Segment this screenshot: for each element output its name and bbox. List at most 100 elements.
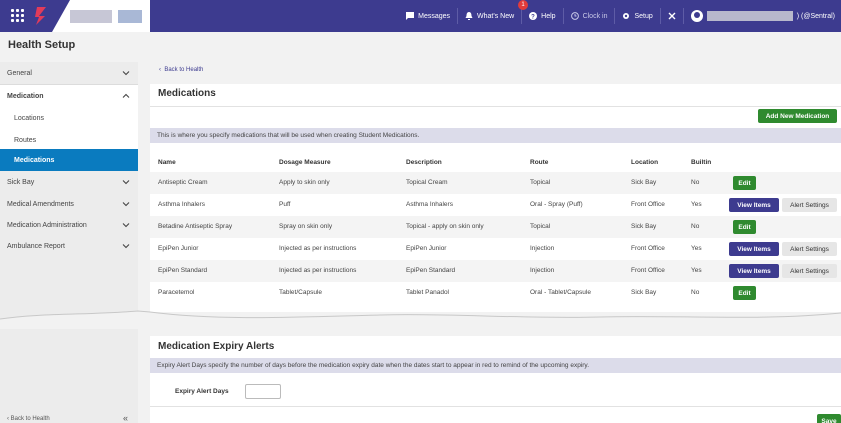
bell-icon (465, 12, 473, 20)
sidebar-item-label: Locations (14, 114, 44, 122)
alert-settings-button[interactable]: Alert Settings (782, 242, 837, 256)
cell-name: Antiseptic Cream (158, 179, 208, 186)
panel-title: Medications (158, 88, 216, 99)
cell-name: Asthma Inhalers (158, 201, 205, 208)
sidebar-item-label: Ambulance Report (7, 242, 65, 250)
cell-dosage: Injected as per instructions (279, 267, 357, 274)
cell-location: Sick Bay (631, 223, 657, 230)
expiry-panel-title: Medication Expiry Alerts (158, 341, 275, 352)
user-suffix: ) (@Sentral) (796, 12, 835, 20)
cell-description: EpiPen Standard (406, 267, 456, 274)
cell-name: Betadine Antiseptic Spray (158, 223, 233, 230)
cell-dosage: Apply to skin only (279, 179, 330, 186)
column-header-name: Name (158, 159, 176, 166)
cell-description: Asthma Inhalers (406, 201, 453, 208)
messages-label: Messages (418, 12, 451, 20)
collapse-sidebar-icon[interactable]: « (123, 413, 128, 423)
expiry-info-bar: Expiry Alert Days specify the number of … (150, 358, 841, 373)
school-logo-redacted (118, 10, 142, 23)
cell-location: Front Office (631, 267, 665, 274)
sidebar-back-link[interactable]: ‹ Back to Health (7, 416, 50, 422)
sidebar-item-medication[interactable]: Medication (0, 85, 138, 107)
sentral-logo-icon[interactable] (34, 5, 48, 27)
school-name-redacted (70, 10, 112, 23)
setup-link[interactable]: Setup (615, 8, 661, 24)
cell-route: Oral - Tablet/Capsule (530, 289, 591, 296)
medications-panel: Medications Add New Medication This is w… (150, 84, 841, 312)
tools-link[interactable] (661, 8, 684, 24)
cell-builtin: No (691, 223, 700, 230)
top-bar: Messages What's New 1 ? Help Clock in Se… (0, 0, 841, 32)
back-link-label: Back to Health (164, 67, 204, 73)
column-header-builtin: Builtin (691, 159, 712, 166)
column-header-route: Route (530, 159, 549, 166)
chevron-down-icon (122, 223, 130, 228)
cell-location: Sick Bay (631, 179, 657, 186)
top-nav: Messages What's New 1 ? Help Clock in Se… (399, 0, 841, 32)
divider (150, 406, 841, 407)
cell-dosage: Puff (279, 201, 291, 208)
save-button[interactable]: Save (817, 414, 841, 423)
whats-new-label: What's New (477, 12, 515, 20)
avatar (690, 10, 703, 22)
sidebar-item-general[interactable]: General (0, 62, 138, 84)
back-to-health-link[interactable]: ‹ Back to Health (159, 67, 203, 73)
sidebar-item-label: Sick Bay (7, 178, 35, 186)
sidebar-item-label: Medication Administration (7, 221, 87, 229)
sidebar-item-ambulance-report[interactable]: Ambulance Report (0, 235, 138, 257)
chevron-down-icon (122, 202, 130, 207)
expiry-alert-days-input[interactable] (245, 384, 281, 399)
app-grid-icon[interactable] (11, 9, 24, 22)
view-items-button[interactable]: View Items (729, 242, 779, 256)
sidebar-item-medications[interactable]: Medications (0, 149, 138, 171)
torn-edge-divider (0, 310, 841, 329)
alert-settings-button[interactable]: Alert Settings (782, 198, 837, 212)
sidebar-item-medical-amendments[interactable]: Medical Amendments (0, 193, 138, 215)
cell-location: Front Office (631, 245, 665, 252)
cell-dosage: Spray on skin only (279, 223, 333, 230)
tools-icon (668, 12, 676, 20)
cell-route: Injection (530, 245, 555, 252)
whats-new-link[interactable]: What's New 1 (458, 0, 529, 24)
user-name-redacted (706, 11, 793, 21)
chevron-down-icon (122, 71, 130, 76)
table-row: Antiseptic Cream Apply to skin only Topi… (150, 172, 841, 194)
help-label: Help (541, 12, 556, 20)
message-icon (406, 12, 415, 20)
sidebar-item-routes[interactable]: Routes (0, 129, 138, 151)
cell-builtin: No (691, 289, 700, 296)
cell-route: Topical (530, 179, 551, 186)
cell-description: Tablet Panadol (406, 289, 450, 296)
messages-link[interactable]: Messages (399, 8, 459, 24)
page-header: Health Setup (0, 32, 841, 58)
add-new-medication-button[interactable]: Add New Medication (758, 109, 837, 123)
chevron-up-icon (122, 93, 130, 98)
alert-settings-button[interactable]: Alert Settings (782, 264, 837, 278)
clock-icon (570, 12, 579, 20)
clock-in-link[interactable]: Clock in (564, 8, 616, 24)
sidebar-back-label: Back to Health (10, 416, 50, 422)
view-items-button[interactable]: View Items (729, 198, 779, 212)
cell-route: Injection (530, 267, 555, 274)
chevron-down-icon (122, 244, 130, 249)
divider (150, 106, 841, 107)
sidebar-item-sick-bay[interactable]: Sick Bay (0, 171, 138, 193)
cell-location: Front Office (631, 201, 665, 208)
cell-description: Topical - apply on skin only (406, 223, 484, 230)
edit-button[interactable]: Edit (733, 286, 756, 300)
table-row: Betadine Antiseptic Spray Spray on skin … (150, 216, 841, 238)
edit-button[interactable]: Edit (733, 220, 756, 234)
help-icon: ? (529, 12, 538, 20)
gear-icon (623, 13, 630, 19)
help-link[interactable]: ? Help (522, 8, 564, 24)
view-items-button[interactable]: View Items (729, 264, 779, 278)
sidebar-item-medication-administration[interactable]: Medication Administration (0, 214, 138, 236)
clock-in-label: Clock in (582, 12, 608, 20)
expiry-alert-days-label: Expiry Alert Days (175, 388, 229, 395)
sidebar-item-locations[interactable]: Locations (0, 107, 138, 129)
edit-button[interactable]: Edit (733, 176, 756, 190)
table-row: Paracetemol Tablet/Capsule Tablet Panado… (150, 282, 841, 304)
chevron-down-icon (122, 180, 130, 185)
expiry-alerts-panel: Medication Expiry Alerts Expiry Alert Da… (150, 336, 841, 423)
user-menu[interactable]: ) (@Sentral) (684, 8, 841, 24)
